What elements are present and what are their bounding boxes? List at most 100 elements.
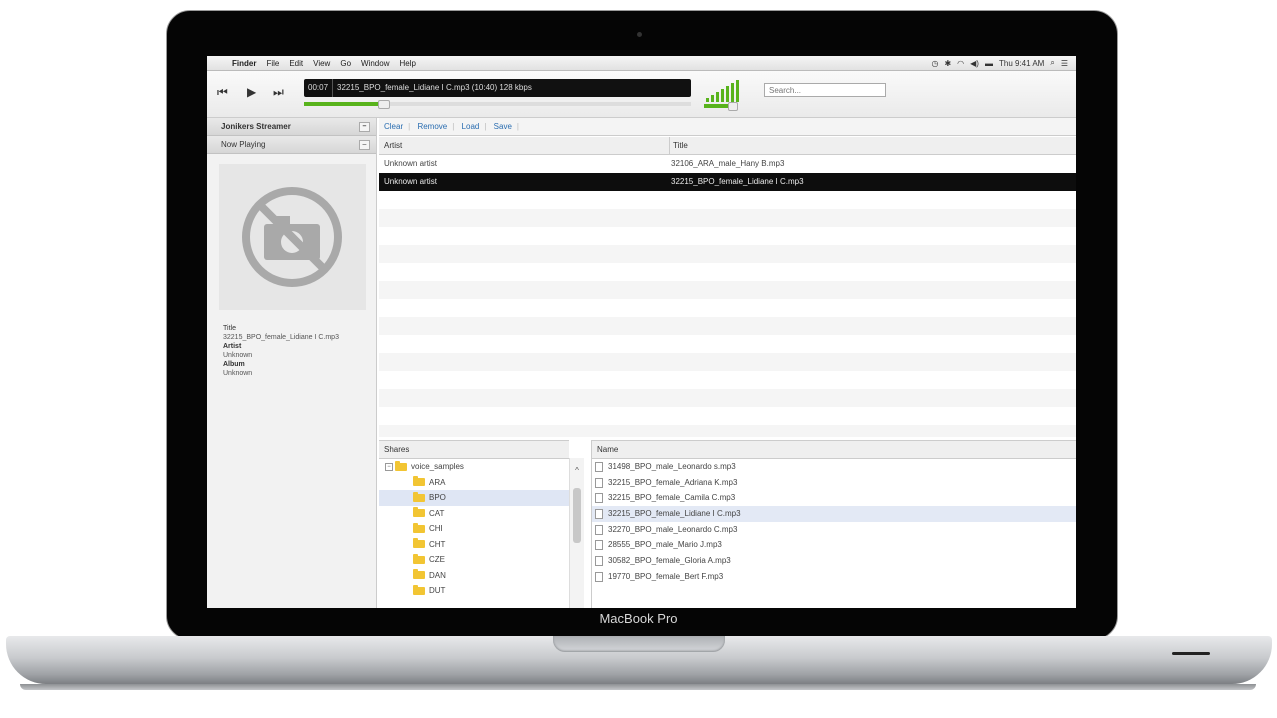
- file-item[interactable]: 32215_BPO_female_Camila C.mp3: [592, 490, 1076, 506]
- now-playing-header[interactable]: Now Playing –: [207, 136, 376, 154]
- collapse-toggle[interactable]: –: [359, 122, 370, 132]
- menu-app-name[interactable]: Finder: [227, 59, 261, 68]
- playlist-empty-row[interactable]: [379, 425, 1076, 437]
- expand-toggle-icon[interactable]: −: [385, 462, 393, 471]
- previous-track-icon[interactable]: ⏮: [217, 85, 228, 100]
- file-name: 19770_BPO_female_Bert F.mp3: [608, 571, 724, 581]
- meta-artist-value: Unknown: [223, 352, 253, 359]
- playlist-empty-row[interactable]: [379, 281, 1076, 299]
- playlist-row[interactable]: Unknown artist 32106_ARA_male_Hany B.mp3: [379, 155, 1076, 173]
- playlist-empty-row[interactable]: [379, 317, 1076, 335]
- playlist-empty-row[interactable]: [379, 263, 1076, 281]
- menu-view[interactable]: View: [308, 59, 335, 68]
- playlist-empty-row[interactable]: [379, 299, 1076, 317]
- playlist-empty-row[interactable]: [379, 191, 1076, 209]
- volume-handle[interactable]: [728, 102, 738, 111]
- bluetooth-icon[interactable]: ✱: [944, 59, 951, 68]
- volume-slider[interactable]: [704, 102, 738, 111]
- tree-item[interactable]: ARA: [379, 475, 569, 491]
- scroll-up-icon[interactable]: ^: [570, 466, 584, 475]
- volume-level-icon: [706, 80, 742, 102]
- playlist-empty-row[interactable]: [379, 227, 1076, 245]
- file-name: 32215_BPO_female_Lidiane I C.mp3: [608, 509, 741, 519]
- file-name: 32215_BPO_female_Camila C.mp3: [608, 493, 736, 503]
- file-name: 30582_BPO_female_Gloria A.mp3: [608, 556, 731, 566]
- file-item[interactable]: 19770_BPO_female_Bert F.mp3: [592, 569, 1076, 585]
- column-artist[interactable]: Artist: [384, 137, 402, 154]
- save-button[interactable]: Save: [489, 122, 517, 131]
- shares-header[interactable]: Shares: [379, 441, 569, 459]
- file-item[interactable]: 28555_BPO_male_Mario J.mp3: [592, 537, 1076, 553]
- playlist-cell-title: 32215_BPO_female_Lidiane I C.mp3: [671, 177, 804, 186]
- file-list: Name 31498_BPO_male_Leonardo s.mp3 32215_…: [591, 440, 1076, 608]
- tree-item-label: ARA: [429, 477, 446, 487]
- load-button[interactable]: Load: [457, 122, 485, 131]
- menu-go[interactable]: Go: [335, 59, 356, 68]
- tree-item[interactable]: CHT: [379, 537, 569, 553]
- clock[interactable]: Thu 9:41 AM: [999, 59, 1044, 68]
- tree-scrollbar[interactable]: ^: [569, 458, 584, 608]
- laptop-sleep-light: [1172, 652, 1210, 655]
- tree-item[interactable]: CAT: [379, 506, 569, 522]
- file-name: 32270_BPO_male_Leonardo C.mp3: [608, 524, 738, 534]
- file-name: 31498_BPO_male_Leonardo s.mp3: [608, 462, 736, 471]
- folder-icon: [413, 491, 425, 502]
- app-title: Jonikers Streamer: [221, 122, 291, 131]
- notification-center-icon[interactable]: ☰: [1061, 59, 1068, 68]
- screen: Finder File Edit View Go Window Help ◷ ✱…: [207, 56, 1076, 608]
- playlist-empty-row[interactable]: [379, 335, 1076, 353]
- folder-icon: [413, 584, 425, 595]
- seek-bar[interactable]: [304, 100, 691, 109]
- file-item[interactable]: 31498_BPO_male_Leonardo s.mp3: [592, 459, 1076, 475]
- now-playing-toggle[interactable]: –: [359, 140, 370, 150]
- play-icon[interactable]: ▶: [247, 85, 256, 99]
- playlist-empty-row[interactable]: [379, 389, 1076, 407]
- spotlight-icon[interactable]: ⌕: [1050, 58, 1054, 68]
- tree-item[interactable]: CZE: [379, 552, 569, 568]
- tree-item[interactable]: DAN: [379, 568, 569, 584]
- menu-help[interactable]: Help: [394, 59, 420, 68]
- column-title[interactable]: Title: [669, 137, 688, 154]
- player-toolbar: ⏮ ▶ ⏭ 00:07 32215_BPO_female_Lidiane I C.…: [207, 71, 1076, 118]
- file-item[interactable]: 32215_BPO_female_Lidiane I C.mp3: [592, 506, 1076, 522]
- playlist-row[interactable]: Unknown artist 32215_BPO_female_Lidiane I…: [379, 173, 1076, 191]
- volume-icon[interactable]: ◀): [970, 59, 979, 68]
- scroll-thumb[interactable]: [573, 488, 581, 543]
- seek-handle[interactable]: [378, 100, 390, 109]
- playlist-empty-row[interactable]: [379, 407, 1076, 425]
- file-item[interactable]: 32215_BPO_female_Adriana K.mp3: [592, 475, 1076, 491]
- next-track-icon[interactable]: ⏭: [273, 85, 284, 100]
- tree-item[interactable]: CHI: [379, 521, 569, 537]
- playlist-toolbar: Clear | Remove | Load | Save |: [379, 118, 1076, 136]
- playlist-empty-row[interactable]: [379, 209, 1076, 227]
- file-item[interactable]: 32270_BPO_male_Leonardo C.mp3: [592, 522, 1076, 538]
- tree-item[interactable]: BPO: [379, 490, 569, 506]
- meta-album-label: Album: [223, 361, 245, 368]
- folder-icon: [395, 460, 407, 471]
- menu-file[interactable]: File: [261, 59, 284, 68]
- laptop-notch: [553, 636, 725, 652]
- file-item[interactable]: 30582_BPO_female_Gloria A.mp3: [592, 553, 1076, 569]
- clear-button[interactable]: Clear: [379, 122, 408, 131]
- app-title-header[interactable]: Jonikers Streamer –: [207, 118, 376, 136]
- file-icon: [595, 477, 603, 488]
- wifi-icon[interactable]: ◠: [957, 59, 964, 68]
- search-input[interactable]: [764, 83, 886, 97]
- elapsed-time: 00:07: [304, 79, 334, 97]
- menu-window[interactable]: Window: [356, 59, 394, 68]
- tree-item-label: CHT: [429, 539, 446, 549]
- menu-edit[interactable]: Edit: [284, 59, 308, 68]
- tree-item-label: voice_samples: [411, 462, 464, 471]
- battery-icon[interactable]: ▬: [985, 59, 993, 68]
- time-machine-icon[interactable]: ◷: [931, 59, 938, 68]
- tree-item[interactable]: − voice_samples: [379, 459, 569, 475]
- files-name-header[interactable]: Name: [592, 441, 1076, 459]
- playlist-empty-row[interactable]: [379, 371, 1076, 389]
- playlist-empty-row[interactable]: [379, 353, 1076, 371]
- playlist-empty-row[interactable]: [379, 245, 1076, 263]
- tree-item[interactable]: DUT: [379, 583, 569, 599]
- meta-artist-label: Artist: [223, 343, 242, 350]
- status-area: ◷ ✱ ◠ ◀) ▬ Thu 9:41 AM ⌕ ☰: [931, 58, 1076, 68]
- remove-button[interactable]: Remove: [412, 122, 452, 131]
- file-icon: [595, 540, 603, 551]
